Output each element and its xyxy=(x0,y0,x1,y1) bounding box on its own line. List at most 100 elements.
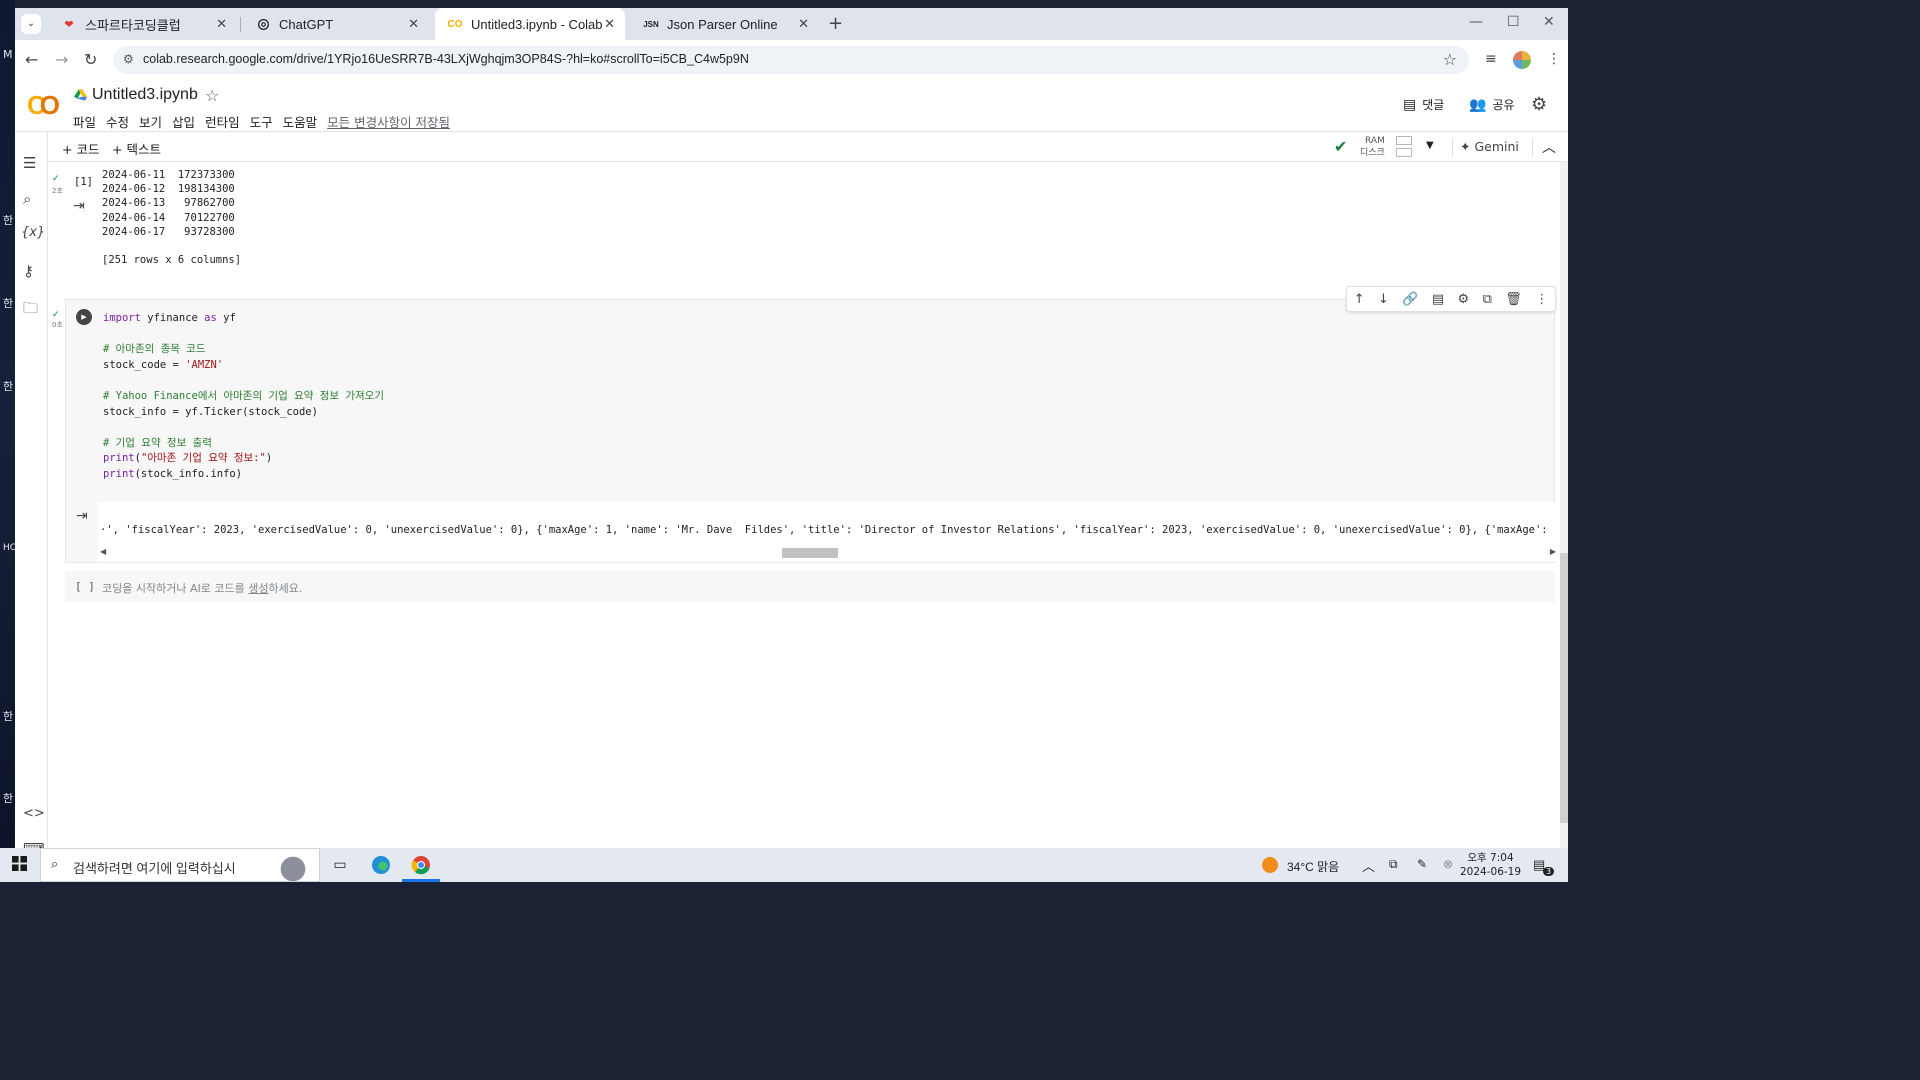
chrome-icon[interactable] xyxy=(408,854,434,876)
variables-icon[interactable]: {x} xyxy=(21,225,45,240)
tab-colab[interactable]: CO Untitled3.ipynb - Colab ✕ xyxy=(435,8,625,40)
pen-icon[interactable]: ✎ xyxy=(1417,857,1427,871)
windows-start-icon[interactable] xyxy=(12,856,27,875)
close-icon[interactable]: ✕ xyxy=(216,16,227,32)
comments-button[interactable]: ▤ 댓글 xyxy=(1403,96,1444,113)
empty-code-cell[interactable]: [ ] 코딩을 시작하거나 AI로 코드를 생성하세요. xyxy=(65,571,1555,602)
disk-meter xyxy=(1396,148,1412,157)
gemini-button[interactable]: ✦ Gemini xyxy=(1460,139,1519,154)
media-control-icon[interactable]: ≡ xyxy=(1485,51,1497,67)
menu-file[interactable]: 파일 xyxy=(73,112,96,131)
output-toggle-icon[interactable]: ⇥ xyxy=(73,198,85,214)
more-options-icon[interactable]: ⋮ xyxy=(1535,292,1548,307)
move-down-icon[interactable]: ↓ xyxy=(1378,292,1389,307)
share-button[interactable]: 👥 공유 xyxy=(1469,96,1515,113)
menu-help[interactable]: 도움말 xyxy=(283,112,318,131)
table-of-contents-icon[interactable]: ☰ xyxy=(23,154,36,172)
code-comment: # 기업 요약 정보 출력 xyxy=(103,436,212,449)
add-text-button[interactable]: + 텍스트 xyxy=(112,139,161,158)
exec-success-icon: ✓ xyxy=(52,310,60,320)
folder-icon[interactable]: 🗀 xyxy=(23,298,38,323)
add-code-button[interactable]: + 코드 xyxy=(62,139,99,158)
system-clock[interactable]: 오후 7:04 2024-06-19 xyxy=(1460,851,1521,879)
scrollbar-thumb[interactable] xyxy=(782,548,838,558)
weather-sun-icon[interactable] xyxy=(1262,857,1278,873)
browser-toolbar: ← → ↻ ⚙ colab.research.google.com/drive/… xyxy=(15,40,1568,78)
menu-tools[interactable]: 도구 xyxy=(250,112,273,131)
forward-icon[interactable]: → xyxy=(55,50,68,69)
tab-json-parser[interactable]: JSN Json Parser Online ✕ xyxy=(631,8,819,40)
taskbar-search-box[interactable]: ⌕ 검색하려면 여기에 입력하십시 xyxy=(40,848,320,882)
exec-count: [1] xyxy=(74,176,93,188)
colab-logo[interactable]: CO xyxy=(27,90,60,121)
menu-runtime[interactable]: 런타임 xyxy=(205,112,240,131)
edge-icon[interactable] xyxy=(368,854,394,876)
profile-avatar[interactable] xyxy=(1513,51,1531,69)
tray-app-icon[interactable]: ⧉ xyxy=(1389,857,1398,872)
code-keyword: import xyxy=(103,312,141,324)
search-highlight-image xyxy=(269,851,317,881)
vertical-scrollbar-thumb[interactable] xyxy=(1560,553,1568,823)
browser-menu-icon[interactable]: ⋮ xyxy=(1547,51,1561,67)
code-keyword: as xyxy=(204,312,217,324)
maximize-icon[interactable]: ☐ xyxy=(1507,14,1520,30)
google-drive-icon[interactable] xyxy=(74,89,87,104)
weather-text[interactable]: 34°C 맑음 xyxy=(1287,858,1339,875)
network-status-icon[interactable]: ⊗ xyxy=(1443,857,1453,871)
run-cell-button[interactable]: ▶ xyxy=(76,309,92,325)
site-info-icon[interactable]: ⚙ xyxy=(123,52,134,66)
new-tab-button[interactable]: + xyxy=(828,13,843,34)
output-toggle-icon[interactable]: ⇥ xyxy=(76,508,88,524)
code-editor[interactable]: import yfinance as yf # 아마존의 종목 코드 stock… xyxy=(103,311,1543,501)
back-icon[interactable]: ← xyxy=(25,50,38,69)
horizontal-scrollbar[interactable]: ◀ ▶ xyxy=(100,547,1556,558)
tab-search-button[interactable]: ⌄ xyxy=(21,14,41,34)
resource-meters[interactable] xyxy=(1396,136,1412,160)
chevron-up-icon[interactable]: ︿ xyxy=(1542,137,1556,157)
close-icon[interactable]: ✕ xyxy=(408,16,419,32)
reload-icon[interactable]: ↻ xyxy=(84,50,97,69)
bookmark-star-icon[interactable]: ☆ xyxy=(1443,50,1457,69)
menu-insert[interactable]: 삽입 xyxy=(172,112,195,131)
close-icon[interactable]: ✕ xyxy=(798,16,809,32)
code-text: yfinance xyxy=(140,312,205,324)
saved-status-link[interactable]: 모든 변경사항이 저장됨 xyxy=(327,112,450,131)
menu-view[interactable]: 보기 xyxy=(139,112,162,131)
tray-expand-icon[interactable]: ︿ xyxy=(1362,856,1375,875)
code-snippets-icon[interactable]: <> xyxy=(23,806,45,821)
desktop-background: M 한 한 한 HC 한 한 xyxy=(0,0,16,848)
star-icon[interactable]: ☆ xyxy=(205,86,219,105)
browser-window: ⌄ ❤ 스파르타코딩클럽 ✕ ChatGPT ✕ CO Untitled3.ip… xyxy=(15,8,1568,848)
key-icon[interactable]: ⚷ xyxy=(23,262,34,280)
desktop-icon-label: 한 xyxy=(3,710,14,723)
chevron-down-icon[interactable]: ▼ xyxy=(1426,140,1434,151)
scroll-left-icon[interactable]: ◀ xyxy=(100,547,106,556)
generate-link[interactable]: 생성 xyxy=(248,582,268,595)
code-cell[interactable]: ▶ import yfinance as yf # 아마존의 종목 코드 sto… xyxy=(65,286,1568,563)
mirror-cell-icon[interactable]: ⧉ xyxy=(1483,292,1492,307)
tab-sparta[interactable]: ❤ 스파르타코딩클럽 ✕ xyxy=(49,8,237,40)
comment-icon[interactable]: ▤ xyxy=(1432,292,1444,307)
url-text[interactable]: colab.research.google.com/drive/1YRjo16U… xyxy=(143,52,749,66)
placeholder-text[interactable]: 코딩을 시작하거나 AI로 코드를 생성하세요. xyxy=(102,580,302,596)
link-icon[interactable]: 🔗 xyxy=(1402,292,1418,307)
tab-label: ChatGPT xyxy=(279,16,334,32)
minimize-icon[interactable]: — xyxy=(1469,14,1483,30)
settings-gear-icon[interactable]: ⚙ xyxy=(1531,94,1547,115)
resource-labels[interactable]: RAM 디스크 xyxy=(1360,135,1385,159)
menu-edit[interactable]: 수정 xyxy=(106,112,129,131)
address-bar[interactable]: ⚙ colab.research.google.com/drive/1YRjo1… xyxy=(113,46,1469,74)
share-label: 공유 xyxy=(1492,98,1515,112)
search-icon[interactable]: ⌕ xyxy=(23,190,31,208)
delete-icon[interactable]: 🗑 xyxy=(1505,292,1522,307)
scroll-right-icon[interactable]: ▶ xyxy=(1550,547,1556,556)
close-icon[interactable]: ✕ xyxy=(604,16,615,32)
command-palette-icon[interactable]: ⌨ xyxy=(23,840,45,848)
close-window-icon[interactable]: ✕ xyxy=(1543,14,1555,30)
move-up-icon[interactable]: ↑ xyxy=(1354,292,1365,307)
notebook-title[interactable]: Untitled3.ipynb xyxy=(92,86,198,104)
settings-icon[interactable]: ⚙ xyxy=(1458,292,1470,307)
tab-chatgpt[interactable]: ChatGPT ✕ xyxy=(243,8,429,40)
task-view-icon[interactable]: ▭ xyxy=(327,854,353,876)
